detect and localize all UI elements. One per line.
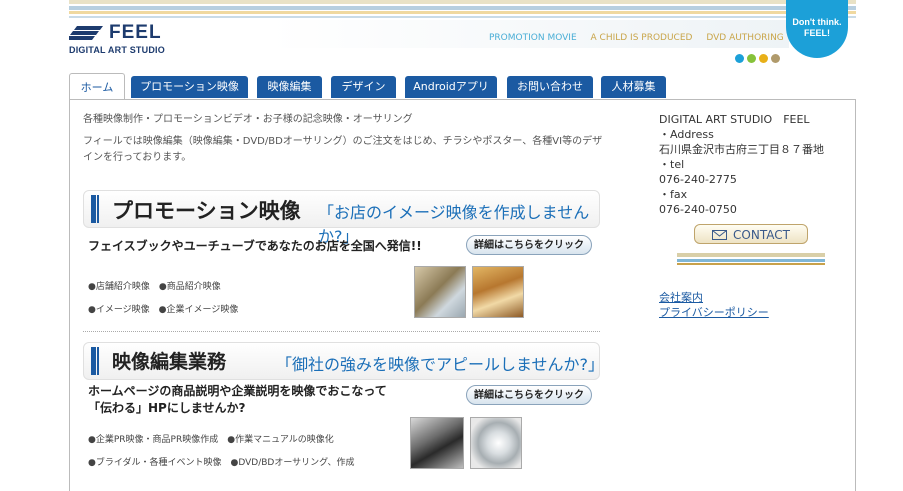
address-value: 石川県金沢市古府三丁目８７番地 — [659, 143, 824, 156]
intro-text: フィールでは映像編集（映像編集・DVD/BDオーサリング）のご注文をはじめ、チラ… — [83, 136, 603, 163]
section-subline: 「伝わる」HPにしませんか? — [88, 401, 246, 415]
sidebar-stripe — [677, 253, 825, 257]
section-promotion: プロモーション映像 「お店のイメージ映像を作成しませんか?」 フェイスブックやユ… — [83, 190, 600, 332]
slogan-badge: Don't think. FEEL! — [786, 0, 848, 58]
header-link-promotion[interactable]: PROMOTION MOVIE — [489, 33, 577, 43]
section-subline: ホームページの商品説明や企業説明を映像でおこなって — [88, 384, 387, 398]
section-title-box: 映像編集業務 「御社の強みを映像でアピールしませんか?」 — [83, 342, 605, 380]
header-link-dvd[interactable]: DVD AUTHORING — [706, 33, 783, 43]
dot — [771, 54, 780, 63]
bullet-line: ●店舗紹介映像 ●商品紹介映像 — [88, 282, 221, 292]
title-bar — [97, 195, 99, 223]
tab-editing[interactable]: 映像編集 — [257, 76, 322, 98]
link-privacy[interactable]: プライバシーポリシー — [659, 305, 769, 320]
contact-button[interactable]: CONTACT — [694, 224, 808, 244]
color-dots — [735, 54, 780, 63]
tab-android[interactable]: Androidアプリ — [405, 76, 497, 98]
section-bullets: ●店舗紹介映像 ●商品紹介映像 ●イメージ映像 ●企業イメージ映像 — [88, 279, 238, 325]
section-bullets: ●企業PR映像・商品PR映像作成 ●作業マニュアルの映像化 ●ブライダル・各種イ… — [88, 432, 355, 478]
header-stripe — [69, 0, 856, 4]
section-editing: 映像編集業務 「御社の強みを映像でアピールしませんか?」 ホームページの商品説明… — [83, 342, 605, 484]
sidebar: DIGITAL ART STUDIO FEEL ・Address 石川県金沢市古… — [659, 112, 844, 217]
sidebar-stripe — [677, 259, 825, 262]
thumbnail-image — [414, 266, 466, 318]
header-links: PROMOTION MOVIE A CHILD IS PRODUCED DVD … — [489, 33, 795, 43]
section-divider — [83, 331, 600, 332]
contact-label: CONTACT — [733, 228, 790, 242]
bullet-line: ●ブライダル・各種イベント映像 ●DVD/BDオーサリング、作成 — [88, 458, 355, 468]
mail-icon — [712, 230, 728, 240]
logo-subtitle: DIGITAL ART STUDIO — [69, 45, 165, 55]
title-bar — [97, 347, 99, 375]
section-title: プロモーション映像 — [112, 199, 301, 223]
logo-text: FEEL — [109, 22, 162, 43]
thumbnail-image — [470, 417, 522, 469]
detail-button[interactable]: 詳細はこちらをクリック — [466, 385, 592, 405]
fax-value: 076-240-0750 — [659, 203, 737, 216]
logo-mark-icon — [69, 26, 103, 40]
tab-home[interactable]: ホーム — [69, 73, 125, 100]
thumbnail-image — [410, 417, 464, 469]
sidebar-stripe — [677, 263, 825, 265]
link-company[interactable]: 会社案内 — [659, 290, 769, 305]
tab-recruit[interactable]: 人材募集 — [601, 76, 666, 98]
dot — [735, 54, 744, 63]
title-bar — [91, 347, 96, 375]
page-frame: FEEL DIGITAL ART STUDIO PROMOTION MOVIE … — [69, 0, 856, 491]
fax-label: ・fax — [659, 188, 688, 201]
main-nav: ホーム プロモーション映像 映像編集 デザイン Androidアプリ お問い合わ… — [69, 73, 856, 100]
tab-promotion[interactable]: プロモーション映像 — [131, 76, 248, 98]
header-stripe — [69, 6, 856, 10]
bullet-line: ●企業PR映像・商品PR映像作成 ●作業マニュアルの映像化 — [88, 435, 334, 445]
tel-value: 076-240-2775 — [659, 173, 737, 186]
dot — [747, 54, 756, 63]
thumbnail-image — [472, 266, 524, 318]
main-column: 各種映像制作・プロモーションビデオ・お子様の記念映像・オーサリング フィールでは… — [83, 110, 613, 166]
header-link-child[interactable]: A CHILD IS PRODUCED — [591, 33, 693, 43]
tab-design[interactable]: デザイン — [331, 76, 396, 98]
company-name: DIGITAL ART STUDIO FEEL — [659, 113, 810, 126]
section-subline: フェイスブックやユーチューブであなたのお店を全国へ発信!! — [88, 239, 422, 253]
badge-line1: Don't think. — [792, 17, 842, 27]
address-label: ・Address — [659, 128, 714, 141]
badge-line2: FEEL! — [804, 28, 830, 38]
dot — [759, 54, 768, 63]
detail-button[interactable]: 詳細はこちらをクリック — [466, 235, 592, 255]
content-area: 各種映像制作・プロモーションビデオ・お子様の記念映像・オーサリング フィールでは… — [69, 99, 856, 491]
section-catch: 「御社の強みを映像でアピールしませんか?」 — [276, 355, 605, 374]
section-title-box: プロモーション映像 「お店のイメージ映像を作成しませんか?」 — [83, 190, 600, 246]
sidebar-links: 会社案内 プライバシーポリシー — [659, 290, 769, 320]
header-stripe — [69, 16, 856, 18]
tel-label: ・tel — [659, 158, 685, 171]
bullet-line: ●イメージ映像 ●企業イメージ映像 — [88, 305, 239, 315]
section-title: 映像編集業務 — [112, 351, 227, 373]
header-stripe — [69, 11, 856, 14]
logo[interactable]: FEEL DIGITAL ART STUDIO — [69, 22, 165, 55]
title-bar — [91, 195, 96, 223]
tab-contact[interactable]: お問い合わせ — [507, 76, 593, 98]
lead-text: 各種映像制作・プロモーションビデオ・お子様の記念映像・オーサリング — [83, 114, 413, 125]
